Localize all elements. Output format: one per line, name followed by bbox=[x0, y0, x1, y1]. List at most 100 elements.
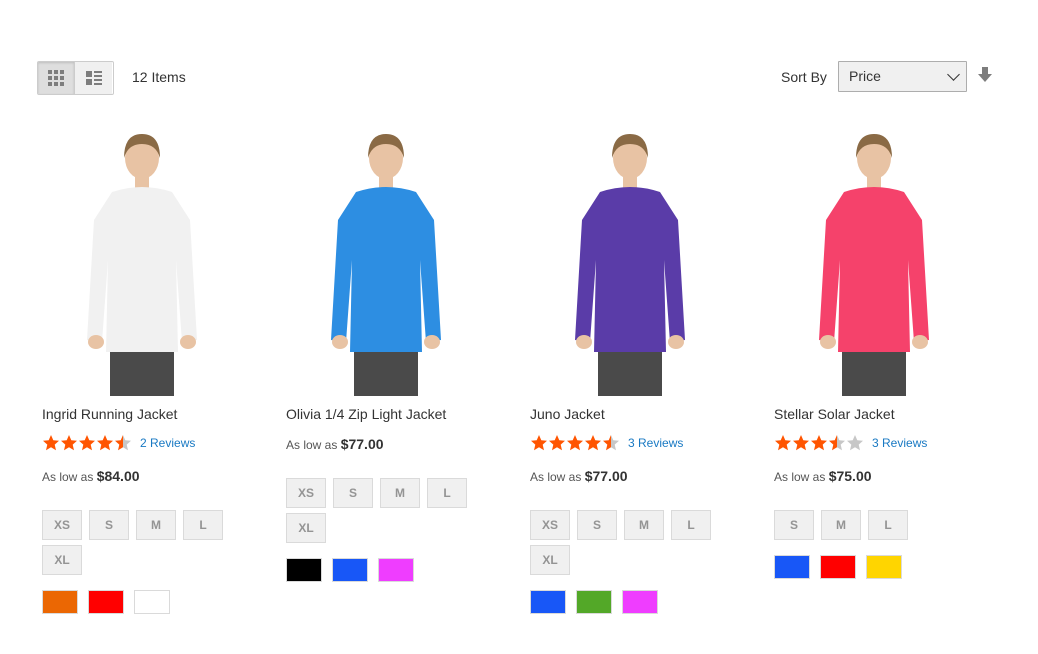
product-image[interactable] bbox=[52, 130, 232, 396]
star-icon bbox=[567, 435, 583, 451]
size-swatches: SML bbox=[774, 510, 924, 545]
product-item: Ingrid Running Jacket 2 Reviews As low a… bbox=[42, 130, 262, 614]
price-box: As low as $77.00 bbox=[286, 436, 384, 452]
color-option[interactable] bbox=[530, 590, 566, 614]
price-amount: $77.00 bbox=[584, 468, 628, 484]
product-rating: 3 Reviews bbox=[530, 434, 683, 451]
product-item: Stellar Solar Jacket 3 Reviews As low as… bbox=[774, 130, 994, 579]
star-icon bbox=[603, 435, 619, 451]
star-icon bbox=[531, 435, 547, 451]
product-name-link[interactable]: Olivia 1/4 Zip Light Jacket bbox=[286, 406, 446, 422]
rating-stars bbox=[530, 434, 620, 451]
price-amount: $77.00 bbox=[340, 436, 384, 452]
price-amount: $84.00 bbox=[96, 468, 140, 484]
size-swatches: XS S M L XL bbox=[530, 510, 740, 580]
color-option[interactable] bbox=[286, 558, 322, 582]
star-icon bbox=[549, 435, 565, 451]
star-icon bbox=[793, 435, 809, 451]
size-option-m[interactable]: M bbox=[380, 478, 420, 508]
view-mode-switcher bbox=[37, 61, 114, 95]
sort-select-value: Price bbox=[849, 68, 881, 84]
star-icon bbox=[43, 435, 59, 451]
color-option[interactable] bbox=[576, 590, 612, 614]
star-icon bbox=[847, 435, 863, 451]
grid-icon bbox=[48, 70, 64, 86]
star-icon bbox=[775, 435, 791, 451]
chevron-down-icon bbox=[947, 68, 960, 81]
sort-by-label: Sort By bbox=[781, 69, 827, 85]
price-box: As low as $77.00 bbox=[530, 468, 628, 484]
size-option-l[interactable]: L bbox=[427, 478, 467, 508]
product-name-link[interactable]: Ingrid Running Jacket bbox=[42, 406, 177, 422]
items-label: Items bbox=[151, 69, 186, 85]
price-label: As low as bbox=[42, 470, 94, 484]
product-rating: 3 Reviews bbox=[774, 434, 927, 451]
color-swatches bbox=[530, 590, 668, 614]
star-icon bbox=[61, 435, 77, 451]
product-item: Olivia 1/4 Zip Light Jacket As low as $7… bbox=[286, 130, 506, 582]
color-option[interactable] bbox=[820, 555, 856, 579]
rating-stars bbox=[42, 434, 132, 451]
size-option-l[interactable]: L bbox=[183, 510, 223, 540]
sort-select[interactable]: Price bbox=[838, 61, 967, 92]
size-option-s[interactable]: S bbox=[333, 478, 373, 508]
color-option[interactable] bbox=[378, 558, 414, 582]
color-option[interactable] bbox=[88, 590, 124, 614]
size-option-xs[interactable]: XS bbox=[286, 478, 326, 508]
product-rating: 2 Reviews bbox=[42, 434, 195, 451]
color-option[interactable] bbox=[774, 555, 810, 579]
size-option-xs[interactable]: XS bbox=[42, 510, 82, 540]
size-swatches: XS S M L XL bbox=[42, 510, 252, 580]
price-label: As low as bbox=[530, 470, 582, 484]
list-view-button[interactable] bbox=[75, 62, 112, 94]
product-image[interactable] bbox=[784, 130, 964, 396]
product-name-link[interactable]: Juno Jacket bbox=[530, 406, 605, 422]
reviews-link[interactable]: 3 Reviews bbox=[628, 436, 683, 450]
star-icon bbox=[115, 435, 131, 451]
color-option[interactable] bbox=[42, 590, 78, 614]
reviews-link[interactable]: 2 Reviews bbox=[140, 436, 195, 450]
color-option[interactable] bbox=[332, 558, 368, 582]
price-box: As low as $84.00 bbox=[42, 468, 140, 484]
color-option[interactable] bbox=[134, 590, 170, 614]
product-item: Juno Jacket 3 Reviews As low as $77.00 X… bbox=[530, 130, 750, 614]
toolbar-amount: 12 Items bbox=[132, 69, 186, 85]
reviews-link[interactable]: 3 Reviews bbox=[872, 436, 927, 450]
price-label: As low as bbox=[286, 438, 338, 452]
price-label: As low as bbox=[774, 470, 826, 484]
color-option[interactable] bbox=[866, 555, 902, 579]
rating-stars bbox=[774, 434, 864, 451]
color-swatches bbox=[42, 590, 180, 614]
size-option-s[interactable]: S bbox=[774, 510, 814, 540]
size-option-l[interactable]: L bbox=[671, 510, 711, 540]
size-option-m[interactable]: M bbox=[136, 510, 176, 540]
size-option-xs[interactable]: XS bbox=[530, 510, 570, 540]
star-icon bbox=[585, 435, 601, 451]
size-option-l[interactable]: L bbox=[868, 510, 908, 540]
size-swatches: XS S M L XL bbox=[286, 478, 496, 548]
toolbar: 12 Items Sort By Price bbox=[37, 61, 997, 95]
size-option-m[interactable]: M bbox=[624, 510, 664, 540]
star-icon bbox=[811, 435, 827, 451]
sort-direction-arrow-icon[interactable] bbox=[978, 67, 992, 83]
list-icon bbox=[85, 71, 102, 85]
color-swatches bbox=[774, 555, 912, 579]
grid-view-button[interactable] bbox=[38, 62, 75, 94]
product-image[interactable] bbox=[296, 130, 476, 396]
items-count: 12 bbox=[132, 69, 148, 85]
price-amount: $75.00 bbox=[828, 468, 872, 484]
size-option-m[interactable]: M bbox=[821, 510, 861, 540]
size-option-s[interactable]: S bbox=[89, 510, 129, 540]
product-name-link[interactable]: Stellar Solar Jacket bbox=[774, 406, 895, 422]
size-option-xl[interactable]: XL bbox=[530, 545, 570, 575]
star-icon bbox=[79, 435, 95, 451]
size-option-xl[interactable]: XL bbox=[42, 545, 82, 575]
color-option[interactable] bbox=[622, 590, 658, 614]
size-option-s[interactable]: S bbox=[577, 510, 617, 540]
star-icon bbox=[829, 435, 845, 451]
price-box: As low as $75.00 bbox=[774, 468, 872, 484]
product-image[interactable] bbox=[540, 130, 720, 396]
color-swatches bbox=[286, 558, 424, 582]
star-icon bbox=[97, 435, 113, 451]
size-option-xl[interactable]: XL bbox=[286, 513, 326, 543]
